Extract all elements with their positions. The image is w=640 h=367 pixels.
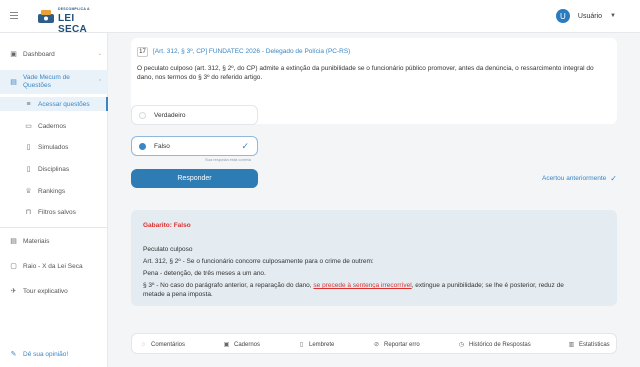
sidebar-item-acessar-questoes[interactable]: ≡ Acessar questões bbox=[0, 97, 108, 111]
toolbar-label: Comentários bbox=[151, 341, 186, 348]
comentarios-button[interactable]: ◌ Comentários bbox=[140, 334, 185, 355]
history-icon: ◷ bbox=[458, 342, 465, 348]
answer-feedback-hint: Sua resposta está correta bbox=[205, 157, 251, 162]
user-menu[interactable]: U Usuário ▼ bbox=[555, 8, 616, 24]
answer-panel: Gabarito: Falso Peculato culposo Art. 31… bbox=[131, 210, 617, 306]
logo-title: LEI SECA bbox=[58, 13, 87, 35]
trophy-icon: ♕ bbox=[25, 188, 32, 195]
sidebar-item-label: Simulados bbox=[38, 143, 69, 151]
sidebar-item-label: Tour explicativo bbox=[23, 287, 68, 295]
question-text: O peculato culposo (art. 312, § 2º, do C… bbox=[137, 65, 594, 81]
bookmark-icon: ⊓ bbox=[25, 209, 32, 216]
tour-icon: ✈ bbox=[10, 288, 17, 295]
reportar-erro-button[interactable]: ⊘ Reportar erro bbox=[373, 334, 420, 355]
sidebar-item-materiais[interactable]: ▤ Materiais bbox=[0, 234, 108, 248]
answer-line: Art. 312, § 2º - Se o funcionário concor… bbox=[143, 258, 374, 265]
chart-icon: ▥ bbox=[568, 342, 575, 348]
cadernos-button[interactable]: ▣ Cadernos bbox=[223, 334, 260, 355]
sidebar-item-label: Vade Mecum de bbox=[23, 74, 70, 81]
sidebar-item-label: Questões bbox=[23, 82, 51, 89]
toolbar-label: Estatísticas bbox=[579, 341, 610, 348]
scan-icon: ▢ bbox=[10, 263, 17, 270]
option-verdadeiro[interactable]: Verdadeiro bbox=[131, 105, 258, 125]
logo-tagline: DESCOMPLICA A bbox=[58, 7, 90, 11]
feedback-link[interactable]: ✎ Dê sua opinião! bbox=[0, 347, 108, 361]
folder-icon: ▤ bbox=[10, 238, 17, 245]
answer-line: § 3º - No caso do parágrafo anterior, a … bbox=[143, 281, 603, 290]
sidebar-item-label: Filtros salvos bbox=[38, 208, 76, 216]
book-icon: ▤ bbox=[10, 79, 17, 86]
chevron-down-icon[interactable]: ▼ bbox=[610, 13, 616, 19]
toolbar-label: Reportar erro bbox=[384, 341, 420, 348]
logo-icon bbox=[38, 10, 54, 23]
feedback-label: Dê sua opinião! bbox=[23, 350, 69, 358]
answer-highlight: se precede à sentença irrecorrível bbox=[313, 282, 412, 289]
lembrete-button[interactable]: ▯ Lembrete bbox=[298, 334, 335, 355]
sidebar-item-filtros-salvos[interactable]: ⊓ Filtros salvos bbox=[0, 205, 108, 219]
chevron-down-icon: ⌄ bbox=[97, 51, 102, 57]
user-name[interactable]: Usuário bbox=[578, 13, 602, 20]
sidebar-item-rankings[interactable]: ♕ Rankings bbox=[0, 184, 108, 198]
sidebar-divider bbox=[0, 227, 108, 228]
chat-icon: ✎ bbox=[10, 351, 17, 358]
question-reference[interactable]: [Art. 312, § 3º, CP] FUNDATEC 2026 - Del… bbox=[153, 48, 350, 55]
sidebar-item-simulados[interactable]: ▯ Simulados bbox=[0, 140, 108, 154]
option-falso[interactable]: Falso ✓ bbox=[131, 136, 258, 156]
sidebar-item-disciplinas[interactable]: ▯ Disciplinas bbox=[0, 162, 108, 176]
answer-heading: Peculato culposo bbox=[143, 246, 193, 253]
check-icon: ✓ bbox=[610, 174, 617, 183]
clipboard-icon: ▯ bbox=[26, 144, 31, 151]
warning-icon: ⊘ bbox=[373, 342, 380, 348]
previously-correct-status: Acertou anteriormente ✓ bbox=[542, 174, 617, 183]
sidebar-item-label: Rankings bbox=[38, 187, 66, 195]
sidebar-item-dashboard[interactable]: ▣ Dashboard ⌄ bbox=[0, 47, 108, 61]
main-content: 17 [Art. 312, § 3º, CP] FUNDATEC 2026 - … bbox=[108, 33, 640, 367]
avatar[interactable]: U bbox=[555, 9, 570, 23]
sidebar-item-raio-x[interactable]: ▢ Raio - X da Lei Seca bbox=[0, 259, 108, 273]
sidebar-item-tour[interactable]: ✈ Tour explicativo bbox=[0, 284, 108, 298]
estatisticas-button[interactable]: ▥ Estatísticas bbox=[568, 334, 610, 355]
answer-line: Pena - detenção, de três meses a um ano. bbox=[143, 270, 266, 277]
toolbar-label: Histórico de Respostas bbox=[469, 341, 531, 348]
previously-correct-label: Acertou anteriormente bbox=[541, 175, 607, 182]
radio-verdadeiro[interactable] bbox=[139, 111, 146, 119]
radio-falso[interactable] bbox=[139, 142, 146, 150]
answer-line: metade a pena imposta. bbox=[143, 291, 213, 298]
sidebar-item-label: Raio - X da Lei Seca bbox=[23, 262, 83, 270]
answer-text: , extingue a punibilidade; se lhe é post… bbox=[411, 282, 564, 289]
sidebar-item-cadernos[interactable]: ▭ Cadernos bbox=[0, 119, 108, 133]
toolbar-label: Lembrete bbox=[309, 341, 335, 348]
sidebar-item-label: Materiais bbox=[23, 237, 50, 245]
sidebar-item-label: Cadernos bbox=[38, 122, 67, 130]
option-label: Falso bbox=[154, 142, 170, 150]
sidebar-item-label: Dashboard bbox=[23, 50, 55, 58]
menu-icon[interactable] bbox=[10, 12, 18, 20]
answer-text: § 3º - No caso do parágrafo anterior, a … bbox=[143, 282, 312, 289]
question-number: 17 bbox=[137, 47, 148, 57]
submit-button[interactable]: Responder bbox=[131, 169, 258, 188]
historico-button[interactable]: ◷ Histórico de Respostas bbox=[458, 334, 531, 355]
sidebar-item-vade-mecum[interactable]: ▤ Vade Mecum de Questões ⌃ bbox=[0, 70, 108, 94]
option-label: Verdadeiro bbox=[154, 111, 186, 119]
notebook-icon: ▭ bbox=[25, 123, 32, 130]
check-icon: ✓ bbox=[241, 140, 249, 151]
chevron-up-icon: ⌃ bbox=[97, 79, 102, 85]
sidebar: ▣ Dashboard ⌄ ▤ Vade Mecum de Questões ⌃… bbox=[0, 33, 108, 367]
dashboard-icon: ▣ bbox=[10, 51, 17, 58]
notebook-icon: ▣ bbox=[223, 342, 230, 348]
sidebar-item-label: Acessar questões bbox=[38, 100, 90, 108]
gabarito-title: Gabarito: Falso bbox=[143, 222, 191, 229]
reminder-icon: ▯ bbox=[299, 342, 304, 348]
top-bar: DESCOMPLICA A LEI SECA U Usuário ▼ bbox=[0, 0, 640, 35]
question-toolbar: ◌ Comentários ▣ Cadernos ▯ Lembrete ⊘ Re… bbox=[131, 333, 617, 354]
toolbar-label: Cadernos bbox=[234, 341, 261, 348]
sidebar-item-label: Disciplinas bbox=[38, 165, 70, 173]
logo[interactable]: DESCOMPLICA A LEI SECA bbox=[36, 5, 98, 35]
list-icon: ≡ bbox=[26, 100, 31, 108]
comment-icon: ◌ bbox=[141, 341, 146, 348]
document-icon: ▯ bbox=[26, 166, 31, 173]
